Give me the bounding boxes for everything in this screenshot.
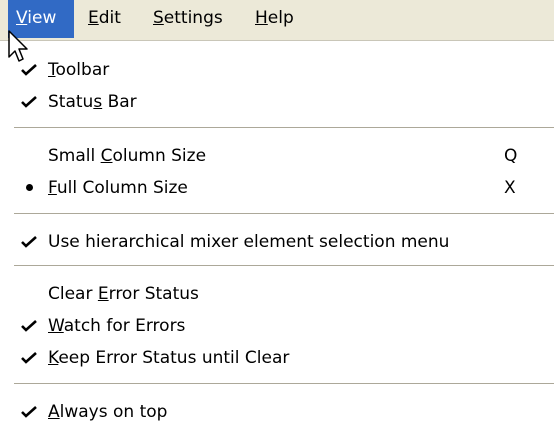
menu-edit-rest: dit — [98, 8, 121, 28]
menu-item-label: Use hierarchical mixer element selection… — [48, 232, 450, 252]
separator — [14, 213, 554, 215]
menu-item-label: Watch for Errors — [48, 316, 186, 336]
check-icon — [21, 236, 37, 248]
menu-settings-rest: ettings — [163, 8, 223, 28]
menu-item-label: Full Column Size — [48, 178, 188, 198]
menu-item-label: Toolbar — [48, 60, 110, 80]
separator — [14, 127, 554, 129]
menu-item-label: Status Bar — [48, 92, 137, 112]
menu-settings[interactable]: Settings — [145, 0, 231, 38]
menu-view-rest: iew — [27, 8, 57, 28]
menu-item-status-bar[interactable]: Status Bar — [0, 87, 554, 117]
check-icon — [21, 96, 37, 108]
menu-item-shortcut: Q — [504, 146, 518, 166]
menu-item-keep-error-status[interactable]: Keep Error Status until Clear — [0, 343, 554, 373]
menu-item-full-column-size[interactable]: Full Column Size X — [0, 173, 554, 203]
menu-help[interactable]: Help — [247, 0, 302, 38]
check-icon — [21, 406, 37, 418]
menu-item-label: Keep Error Status until Clear — [48, 348, 290, 368]
bullet-icon — [26, 184, 33, 191]
view-dropdown-menu: Toolbar Status Bar Small Column Size Q F… — [0, 40, 554, 435]
mnemonic-e: E — [88, 8, 99, 28]
menu-item-label: Clear Error Status — [48, 284, 199, 304]
menu-help-rest: elp — [267, 8, 294, 28]
menu-item-label: Small Column Size — [48, 146, 207, 166]
check-icon — [21, 320, 37, 332]
menu-item-hierarchical-mixer[interactable]: Use hierarchical mixer element selection… — [0, 227, 554, 257]
menu-item-label: Always on top — [48, 402, 168, 422]
menu-item-shortcut: X — [504, 178, 516, 198]
separator — [14, 265, 554, 267]
menu-item-always-on-top[interactable]: Always on top — [0, 397, 554, 427]
menu-item-toolbar[interactable]: Toolbar — [0, 55, 554, 85]
cursor-icon — [8, 30, 28, 62]
menu-item-clear-error-status[interactable]: Clear Error Status — [0, 279, 554, 309]
mnemonic-v: V — [16, 8, 28, 28]
menu-item-small-column-size[interactable]: Small Column Size Q — [0, 141, 554, 171]
menu-bar: View Edit Settings Help — [0, 0, 554, 40]
menu-edit[interactable]: Edit — [80, 0, 129, 38]
mnemonic-h: H — [255, 8, 268, 28]
mnemonic-s: S — [153, 8, 164, 28]
menu-item-watch-for-errors[interactable]: Watch for Errors — [0, 311, 554, 341]
check-icon — [21, 352, 37, 364]
separator — [14, 383, 554, 385]
